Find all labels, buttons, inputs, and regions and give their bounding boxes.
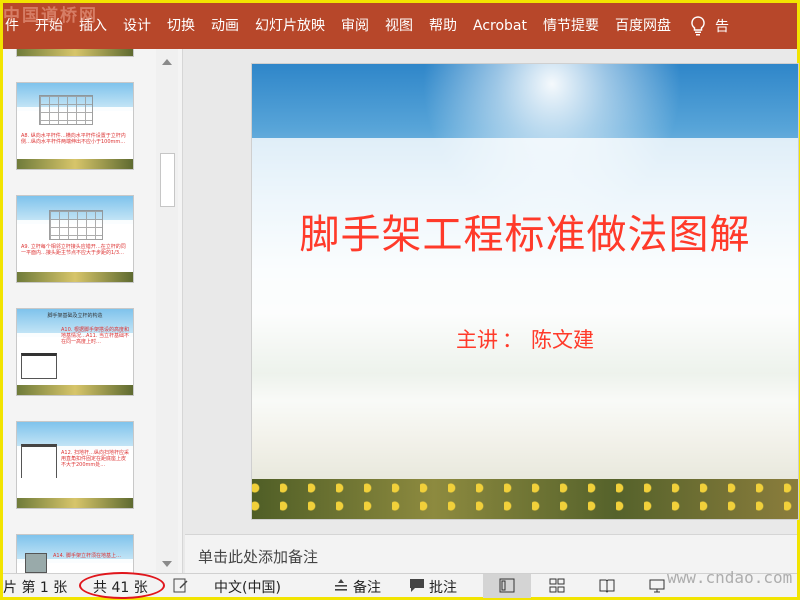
scaffold-drawing-icon	[39, 95, 93, 125]
notes-button[interactable]: 备注	[353, 577, 381, 597]
presenter-label: 主讲	[456, 328, 498, 352]
scaffold-photo-icon	[25, 553, 47, 573]
thumbnail-text: A10. 根据脚手架搭设的高度和地基情况…A11. 当立杆基础不在同一高度上时…	[61, 327, 129, 345]
status-bar: 片 第 1 张 共 41 张 中文(中国) 备注 批注	[3, 572, 797, 599]
spellcheck-icon[interactable]	[173, 578, 189, 593]
thumbnail-text: A14. 脚手架立杆须在地基上…	[53, 553, 121, 559]
presenter-colon: ：	[502, 328, 523, 352]
tab-view[interactable]: 视图	[377, 3, 421, 49]
tell-me-search-label[interactable]: 告	[709, 16, 729, 36]
thumbnail-title: 脚手架基础及立杆的构造	[47, 313, 103, 319]
thumbnail-text: A8. 纵向水平杆件…横向水平杆件设置于立杆内侧…纵向水平杆件两端伸出不应小于1…	[21, 133, 126, 145]
tab-design[interactable]: 设计	[115, 3, 159, 49]
scrollbar-thumb[interactable]	[160, 153, 175, 207]
notes-pane[interactable]: 单击此处添加备注	[185, 534, 797, 573]
slide-thumbnail[interactable]: A8. 纵向水平杆件…横向水平杆件设置于立杆内侧…纵向水平杆件两端伸出不应小于1…	[16, 82, 134, 170]
tab-storyboard[interactable]: 情节提要	[535, 3, 607, 49]
slide-thumbnail[interactable]	[16, 49, 134, 57]
normal-view-icon[interactable]	[499, 578, 515, 593]
tab-file[interactable]: 件	[3, 3, 27, 49]
tab-home[interactable]: 开始	[27, 3, 71, 49]
thumbnail-text: A12. 扫地杆…纵向扫地杆应采用直角扣件固定在距底座上皮不大于200mm处…	[61, 450, 129, 468]
scaffold-drawing-icon	[49, 210, 103, 240]
scroll-down-icon[interactable]	[162, 561, 172, 567]
tab-insert[interactable]: 插入	[71, 3, 115, 49]
highlight-circle	[79, 572, 165, 599]
slide-title[interactable]: 脚手架工程标准做法图解	[252, 202, 798, 260]
slide-thumbnail[interactable]: A9. 立杆每个相邻立杆接头应错开…在立杆的同一平面内…接头距主节点不应大于步距…	[16, 195, 134, 283]
slide-canvas[interactable]: 脚手架工程标准做法图解 主讲： 陈文建	[251, 63, 799, 520]
ribbon-tab-bar: 件 开始 插入 设计 切换 动画 幻灯片放映 审阅 视图 帮助 Acrobat …	[3, 3, 797, 49]
tab-review[interactable]: 审阅	[333, 3, 377, 49]
slide-thumbnail[interactable]: A14. 脚手架立杆须在地基上…	[16, 534, 134, 573]
tab-animations[interactable]: 动画	[203, 3, 247, 49]
thumbnail-scrollbar[interactable]	[156, 49, 178, 573]
flower-field	[252, 479, 798, 519]
slideshow-icon[interactable]	[649, 578, 665, 593]
scaffold-drawing-icon	[21, 444, 57, 478]
slide-position: 片 第 1 张	[3, 580, 68, 596]
tab-transitions[interactable]: 切换	[159, 3, 203, 49]
comments-button[interactable]: 批注	[429, 577, 457, 597]
language-indicator[interactable]: 中文(中国)	[214, 577, 281, 597]
thumbnail-text: A9. 立杆每个相邻立杆接头应错开…在立杆的同一平面内…接头距主节点不应大于步距…	[21, 244, 126, 256]
tab-slideshow[interactable]: 幻灯片放映	[247, 3, 333, 49]
slide-subtitle[interactable]: 主讲： 陈文建	[252, 324, 798, 354]
reading-view-icon[interactable]	[599, 578, 615, 593]
comment-icon[interactable]	[409, 578, 425, 593]
notes-icon[interactable]	[333, 578, 349, 593]
presenter-name: 陈文建	[531, 328, 594, 352]
tab-baidu-netdisk[interactable]: 百度网盘	[607, 3, 679, 49]
tab-help[interactable]: 帮助	[421, 3, 465, 49]
slide-thumbnail[interactable]: A12. 扫地杆…纵向扫地杆应采用直角扣件固定在距底座上皮不大于200mm处…	[16, 421, 134, 509]
slide-thumbnail[interactable]: 脚手架基础及立杆的构造 A10. 根据脚手架搭设的高度和地基情况…A11. 当立…	[16, 308, 134, 396]
slide-sorter-icon[interactable]	[549, 578, 565, 593]
scroll-up-icon[interactable]	[162, 59, 172, 65]
notes-placeholder: 单击此处添加备注	[198, 548, 319, 566]
tab-acrobat[interactable]: Acrobat	[465, 3, 535, 49]
scaffold-drawing-icon	[21, 353, 57, 379]
lightbulb-icon[interactable]	[687, 15, 709, 37]
